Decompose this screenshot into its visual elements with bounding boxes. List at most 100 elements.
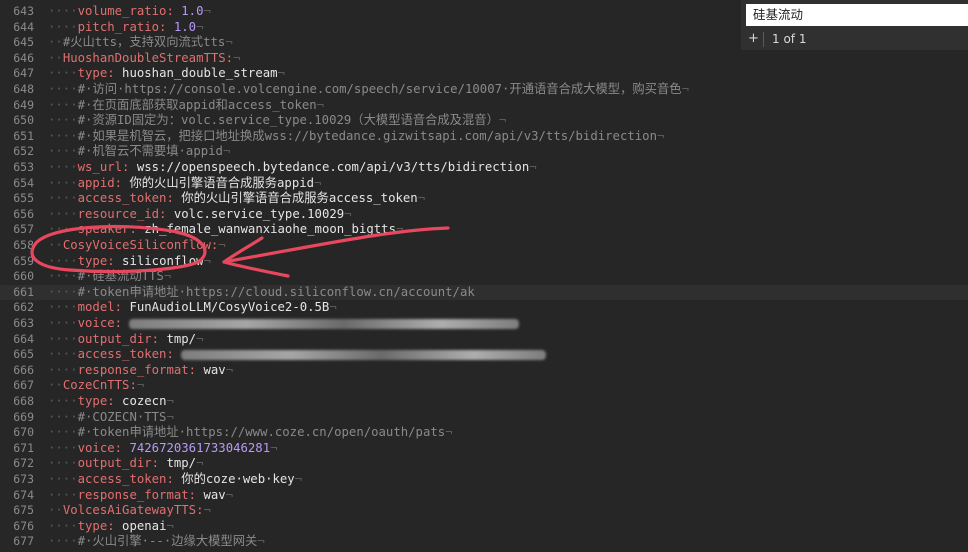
- code-text[interactable]: ····#·硅基流动TTS¬: [48, 269, 171, 285]
- code-line[interactable]: 654 ····appid: 你的火山引擎语音合成服务appid¬: [0, 176, 968, 192]
- line-number: 659: [13, 253, 34, 268]
- code-text[interactable]: ····#·token申请地址·https://cloud.siliconflo…: [48, 285, 475, 301]
- code-token-key: voice:: [77, 440, 123, 455]
- code-line[interactable]: 656 ····resource_id: volc.service_type.10…: [0, 207, 968, 223]
- code-line[interactable]: 676 ····type: openai¬: [0, 519, 968, 535]
- code-text[interactable]: ····#·资源ID固定为：volc.service_type.10029（大模…: [48, 113, 506, 129]
- indent-whitespace: ····: [48, 222, 78, 237]
- code-token-key: ws_url:: [77, 160, 130, 174]
- code-line[interactable]: 661 ····#·token申请地址·https://cloud.silicon…: [0, 284, 968, 301]
- code-text[interactable]: ····response_format: wav¬: [48, 363, 233, 379]
- code-text[interactable]: ··#火山tts，支持双向流式tts¬: [48, 35, 233, 51]
- indent-whitespace: ····: [48, 66, 78, 81]
- indent-whitespace: ····: [48, 284, 78, 299]
- code-text[interactable]: ····type: openai¬: [48, 519, 174, 535]
- code-text[interactable]: ····voice:: [48, 316, 520, 332]
- code-token-str: [166, 20, 173, 34]
- code-text[interactable]: ····#·在页面底部获取appid和access_token¬: [48, 98, 324, 114]
- code-text[interactable]: ····#·机智云不需要填·appid¬: [48, 144, 230, 160]
- code-text[interactable]: ····pitch_ratio: 1.0¬: [48, 20, 204, 36]
- code-text[interactable]: ····access_token: 你的coze·web·key¬: [48, 472, 302, 488]
- code-token-key: pitch_ratio:: [77, 19, 167, 34]
- code-token-com: #·火山引擎·--·边缘大模型网关: [77, 534, 258, 549]
- code-line[interactable]: 664 ····output_dir: tmp/¬: [0, 332, 968, 348]
- code-token-com: #·在页面底部获取appid和access_token: [77, 97, 317, 112]
- code-line[interactable]: 674 ····response_format: wav¬: [0, 488, 968, 504]
- code-token-key: type:: [77, 518, 115, 533]
- code-text[interactable]: ····type: siliconflow¬: [48, 254, 211, 270]
- code-line[interactable]: 668 ····type: cozecn¬: [0, 394, 968, 410]
- code-line[interactable]: 653 ····ws_url: wss://openspeech.bytedanc…: [0, 160, 968, 176]
- code-line[interactable]: 666 ····response_format: wav¬: [0, 363, 968, 379]
- code-token-str: [122, 316, 129, 330]
- line-number: 662: [13, 300, 34, 315]
- code-editor[interactable]: 643 ····volume_ratio: 1.0¬ 644 ····pitch_ra…: [0, 0, 968, 552]
- code-line[interactable]: 658 ··CosyVoiceSiliconflow:¬: [0, 238, 968, 254]
- code-line[interactable]: 655 ····access_token: 你的火山引擎语音合成服务access_…: [0, 191, 968, 207]
- code-line[interactable]: 673 ····access_token: 你的coze·web·key¬: [0, 472, 968, 488]
- code-text[interactable]: ····appid: 你的火山引擎语音合成服务appid¬: [48, 176, 321, 192]
- code-text[interactable]: ····response_format: wav¬: [48, 488, 233, 504]
- code-text[interactable]: ··HuoshanDoubleStreamTTS:¬: [48, 51, 241, 67]
- code-line[interactable]: 665 ····access_token:: [0, 347, 968, 363]
- code-token-com: #·访问·https://console.volcengine.com/spee…: [77, 82, 682, 96]
- code-line[interactable]: 660 ····#·硅基流动TTS¬: [0, 269, 968, 285]
- code-line[interactable]: 667 ··CozeCnTTS:¬: [0, 378, 968, 394]
- code-token-com: #·COZECN·TTS: [77, 409, 167, 424]
- code-line[interactable]: 675 ··VolcesAiGatewayTTS:¬: [0, 503, 968, 519]
- code-text[interactable]: ····speaker: zh_female_wanwanxiaohe_moon…: [48, 222, 403, 238]
- line-number: 657: [13, 222, 34, 237]
- code-token-ret: ¬: [656, 128, 665, 143]
- line-number: 672: [13, 456, 34, 471]
- code-text[interactable]: ··CosyVoiceSiliconflow:¬: [48, 238, 226, 254]
- code-text[interactable]: ····output_dir: tmp/¬: [48, 332, 204, 348]
- code-token-ret: ¬: [166, 518, 174, 533]
- code-line[interactable]: 657 ····speaker: zh_female_wanwanxiaohe_m…: [0, 222, 968, 238]
- code-token-ret: ¬: [233, 50, 241, 65]
- code-line[interactable]: 650 ····#·资源ID固定为：volc.service_type.10029…: [0, 113, 968, 129]
- code-line[interactable]: 670 ····#·token申请地址·https://www.coze.cn/o…: [0, 425, 968, 441]
- code-token-str: wav: [196, 362, 226, 377]
- code-text[interactable]: ····access_token: 你的火山引擎语音合成服务access_tok…: [48, 191, 425, 207]
- code-text[interactable]: ····access_token:: [48, 347, 547, 363]
- code-text[interactable]: ····voice: 7426720361733046281¬: [48, 441, 278, 457]
- line-number: 675: [13, 503, 34, 518]
- indent-whitespace: ····: [48, 456, 78, 471]
- code-text[interactable]: ····#·token申请地址·https://www.coze.cn/open…: [48, 425, 453, 441]
- code-text[interactable]: ····ws_url: wss://openspeech.bytedance.c…: [48, 160, 537, 176]
- code-line[interactable]: 669 ····#·COZECN·TTS¬: [0, 410, 968, 426]
- code-line[interactable]: 649 ····#·在页面底部获取appid和access_token¬: [0, 98, 968, 114]
- code-line[interactable]: 652 ····#·机智云不需要填·appid¬: [0, 144, 968, 160]
- code-text[interactable]: ····volume_ratio: 1.0¬: [48, 4, 211, 20]
- code-line[interactable]: 651 ····#·如果是机智云，把接口地址换成wss://bytedance.g…: [0, 129, 968, 145]
- code-line[interactable]: 646 ··HuoshanDoubleStreamTTS:¬: [0, 51, 968, 67]
- code-text[interactable]: ····#·访问·https://console.volcengine.com/…: [48, 82, 689, 98]
- code-text[interactable]: ····resource_id: volc.service_type.10029…: [48, 207, 352, 223]
- code-line[interactable]: 647 ····type: huoshan_double_stream¬: [0, 66, 968, 82]
- code-text[interactable]: ····type: huoshan_double_stream¬: [48, 66, 285, 82]
- code-line[interactable]: 677 ····#·火山引擎·--·边缘大模型网关¬: [0, 534, 968, 550]
- indent-whitespace: ····: [48, 206, 78, 221]
- code-token-key: output_dir:: [77, 456, 160, 471]
- code-text[interactable]: ····#·如果是机智云，把接口地址换成wss://bytedance.gizw…: [48, 129, 664, 145]
- code-text[interactable]: ··CozeCnTTS:¬: [48, 378, 144, 394]
- code-line[interactable]: 659 ····type: siliconflow¬: [0, 254, 968, 270]
- code-token-ret: ¬: [166, 394, 174, 408]
- code-token-key: volume_ratio:: [77, 4, 174, 18]
- code-line[interactable]: 648 ····#·访问·https://console.volcengine.c…: [0, 82, 968, 98]
- find-input[interactable]: 硅基流动: [746, 4, 968, 26]
- line-number: 650: [13, 113, 34, 128]
- code-text[interactable]: ··VolcesAiGatewayTTS:¬: [48, 503, 211, 519]
- code-line[interactable]: 671 ····voice: 7426720361733046281¬: [0, 441, 968, 457]
- code-text[interactable]: ····#·火山引擎·--·边缘大模型网关¬: [48, 534, 265, 550]
- code-line[interactable]: 672 ····output_dir: tmp/¬: [0, 456, 968, 472]
- code-text[interactable]: ····type: cozecn¬: [48, 394, 174, 410]
- code-text[interactable]: ····model: FunAudioLLM/CosyVoice2-0.5B¬: [48, 300, 337, 316]
- find-add-button[interactable]: +: [748, 31, 759, 46]
- code-line[interactable]: 662 ····model: FunAudioLLM/CosyVoice2-0.5…: [0, 300, 968, 316]
- line-number: 646: [13, 50, 34, 65]
- code-line[interactable]: 663 ····voice:: [0, 316, 968, 332]
- code-text[interactable]: ····#·COZECN·TTS¬: [48, 410, 174, 426]
- line-number: 676: [13, 518, 34, 533]
- code-text[interactable]: ····output_dir: tmp/¬: [48, 456, 204, 472]
